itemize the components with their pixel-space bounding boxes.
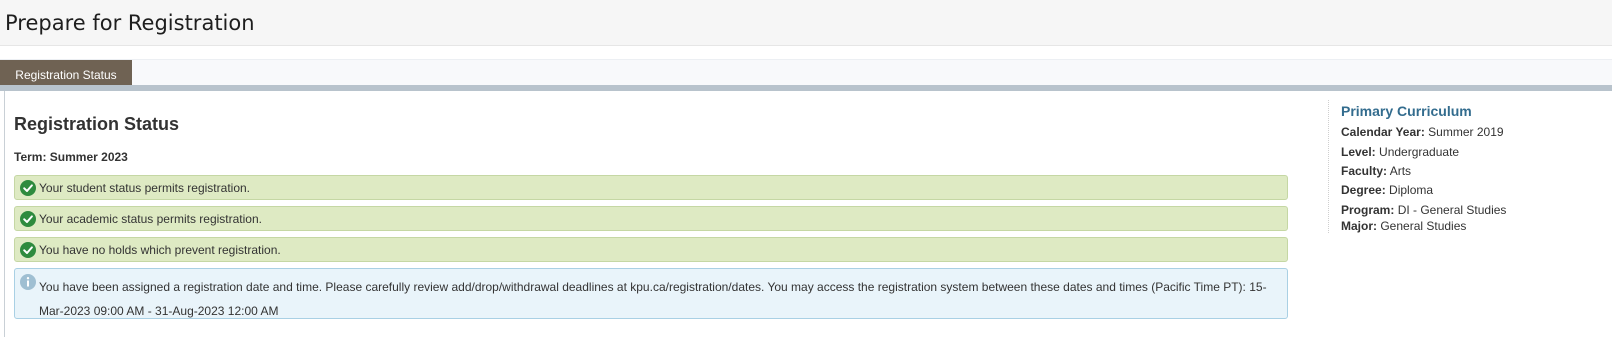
message-holds: You have no holds which prevent registra… [14, 237, 1288, 262]
message-registration-time: You have been assigned a registration da… [14, 268, 1288, 319]
field-major: Major: General Studies [1341, 219, 1466, 233]
field-label: Calendar Year: [1341, 125, 1425, 139]
primary-curriculum-panel: Primary Curriculum Calendar Year: Summer… [1328, 100, 1599, 233]
field-degree: Degree: Diploma [1341, 183, 1433, 197]
field-value: General Studies [1380, 219, 1467, 233]
message-text: Your academic status permits registratio… [39, 212, 262, 226]
field-label: Level: [1341, 145, 1376, 159]
term-label: Term: [14, 150, 47, 164]
message-text: Your student status permits registration… [39, 181, 250, 195]
field-value: DI - General Studies [1397, 203, 1507, 217]
term-line: Term: Summer 2023 [14, 150, 128, 164]
field-label: Program: [1341, 203, 1395, 217]
check-circle-icon [20, 180, 36, 196]
field-calendar-year: Calendar Year: Summer 2019 [1341, 125, 1504, 139]
section-heading: Registration Status [14, 114, 180, 134]
message-text: You have been assigned a registration da… [39, 280, 1267, 318]
page-title: Prepare for Registration [5, 11, 255, 35]
field-level: Level: Undergraduate [1341, 145, 1459, 159]
field-value: Summer 2019 [1428, 125, 1504, 139]
field-program: Program: DI - General Studies [1341, 203, 1506, 217]
page-header: Prepare for Registration [0, 0, 1612, 46]
check-circle-icon [20, 242, 36, 258]
field-label: Faculty: [1341, 164, 1388, 178]
message-student-status: Your student status permits registration… [14, 175, 1288, 200]
field-faculty: Faculty: Arts [1341, 164, 1411, 178]
field-value: Arts [1389, 164, 1412, 178]
curriculum-title: Primary Curriculum [1341, 103, 1472, 119]
field-value: Diploma [1389, 183, 1434, 197]
tab-strip: Registration Status [0, 59, 1612, 86]
field-value: Undergraduate [1379, 145, 1460, 159]
info-circle-icon [20, 274, 36, 290]
message-academic-status: Your academic status permits registratio… [14, 206, 1288, 231]
field-label: Degree: [1341, 183, 1386, 197]
term-value: Summer 2023 [49, 150, 128, 164]
message-text: You have no holds which prevent registra… [39, 243, 281, 257]
tab-registration-status[interactable]: Registration Status [0, 60, 132, 86]
check-circle-icon [20, 211, 36, 227]
field-label: Major: [1341, 219, 1377, 233]
